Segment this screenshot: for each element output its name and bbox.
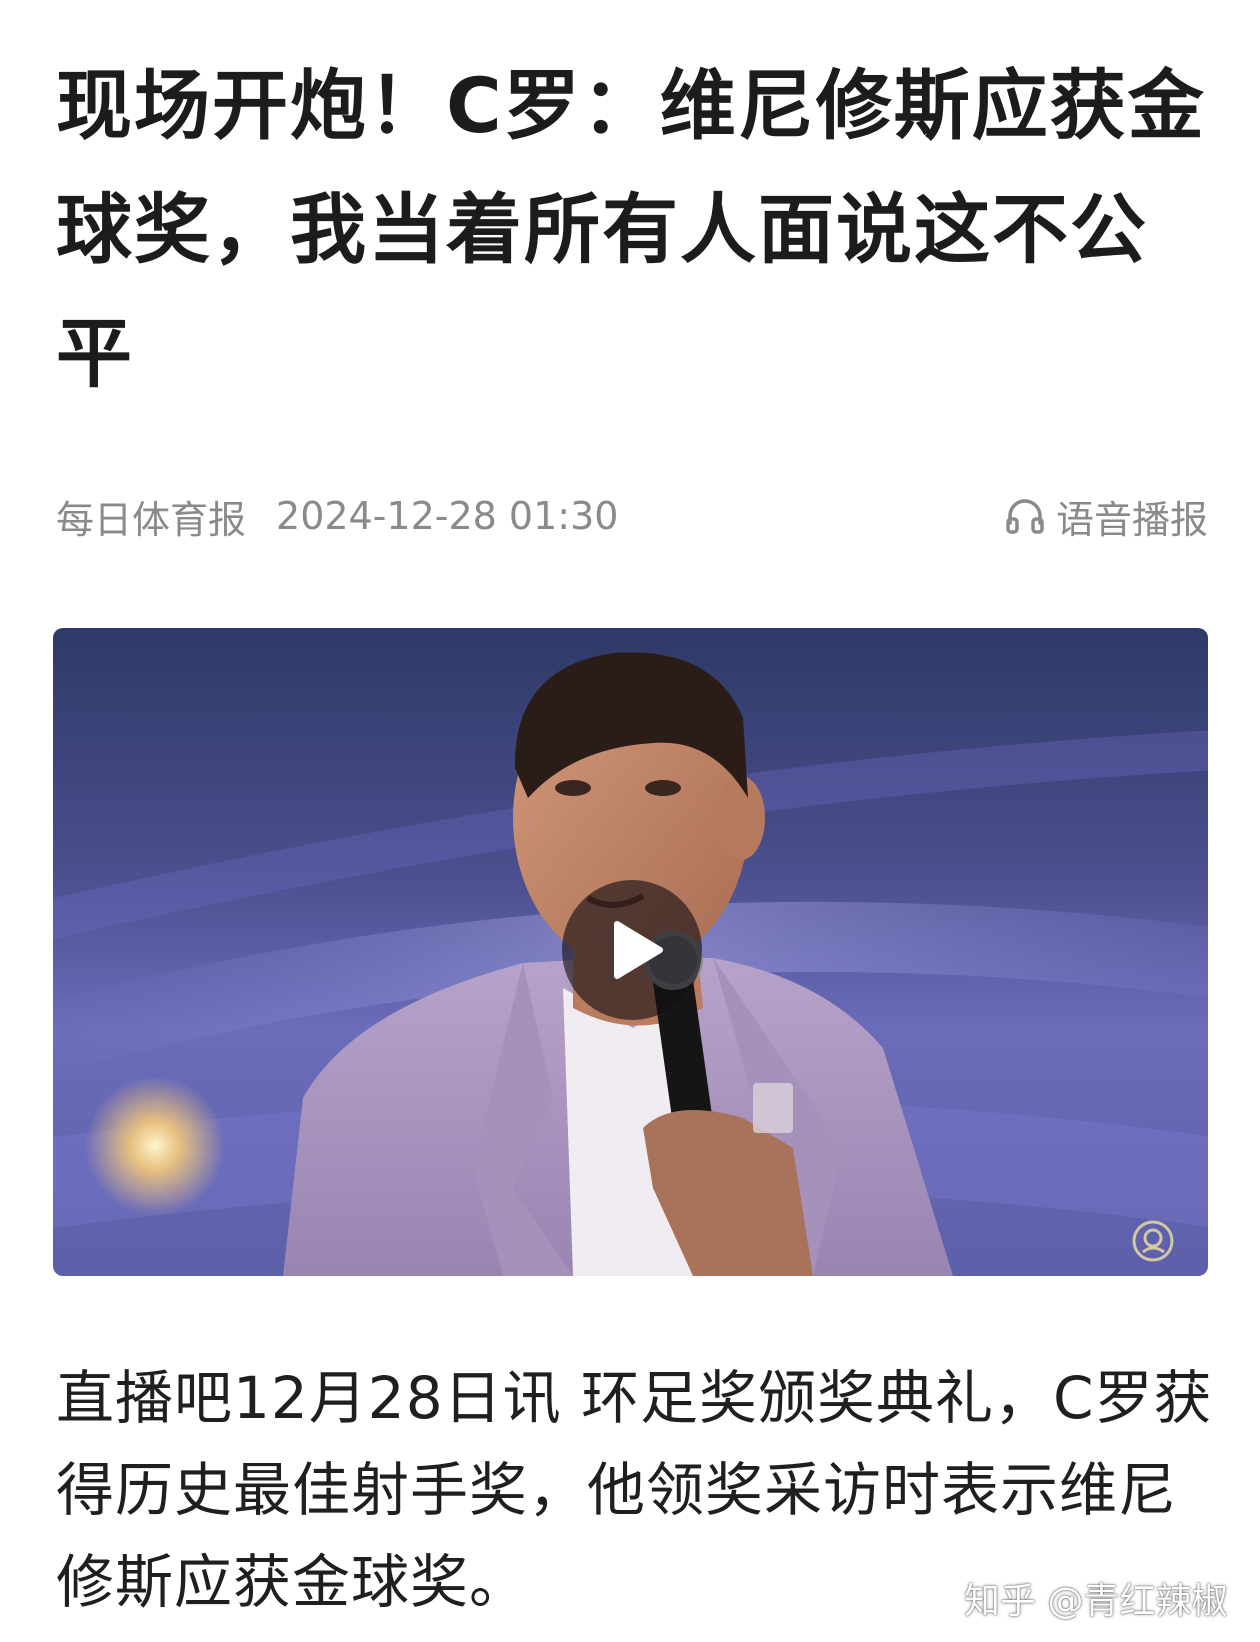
play-icon	[614, 921, 663, 979]
play-button[interactable]	[562, 880, 702, 1020]
article-title: 现场开炮！C罗：维尼修斯应获金球奖，我当着所有人面说这不公平	[56, 61, 1206, 398]
source-name[interactable]: 每日体育报	[56, 489, 246, 544]
broadcaster-logo-icon	[1132, 1220, 1174, 1262]
headphones-icon	[1006, 499, 1044, 534]
article-meta: 每日体育报 2024-12-28 01:30 语音播报	[56, 486, 1208, 546]
publish-time: 2024-12-28 01:30	[276, 494, 619, 538]
tts-label: 语音播报	[1055, 497, 1208, 542]
tts-button[interactable]: 语音播报	[1002, 489, 1208, 544]
platform-watermark: 知乎 @青红辣椒	[964, 1581, 1228, 1622]
